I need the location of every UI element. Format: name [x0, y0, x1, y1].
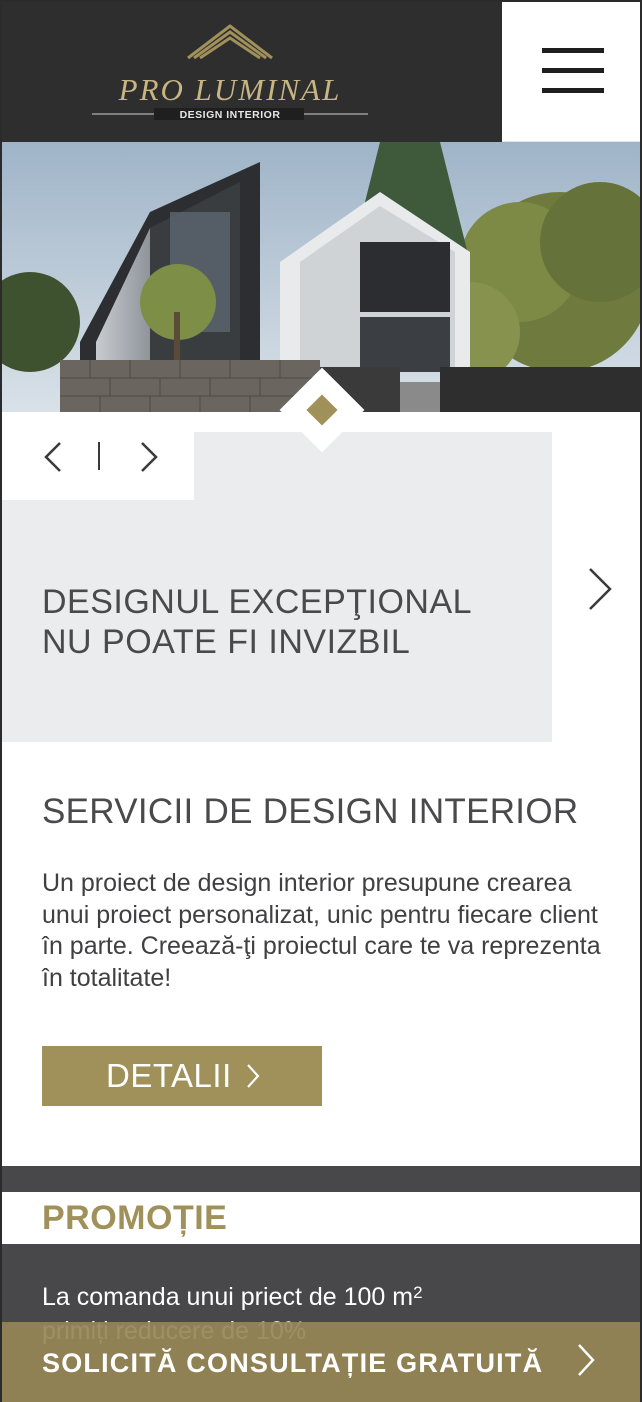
- slide-title: DESIGNUL EXCEPŢIONAL NU POATE FI INVIZBI…: [42, 582, 522, 662]
- promo-top-strip: [2, 1166, 640, 1192]
- chevron-right-icon: [578, 1344, 595, 1376]
- nav-separator: [98, 442, 100, 470]
- superscript: 2: [413, 1283, 423, 1302]
- promo-text-line1: La comanda unui priect de 100 m2: [42, 1283, 423, 1311]
- logo-text: PRO LUMINAL: [118, 72, 342, 107]
- chevron-left-icon[interactable]: [40, 440, 68, 474]
- services-description: Un proiect de design interior presupune …: [42, 869, 601, 992]
- logo-subtext: DESIGN INTERIOR: [180, 109, 281, 121]
- free-consultation-button[interactable]: SOLICITĂ CONSULTAȚIE GRATUITĂ: [2, 1322, 642, 1402]
- chevron-right-icon[interactable]: [134, 440, 162, 474]
- slide-next-chevron-icon[interactable]: [582, 566, 616, 612]
- details-button[interactable]: DETALII: [42, 1046, 322, 1106]
- cta-label: SOLICITĂ CONSULTAȚIE GRATUITĂ: [42, 1348, 544, 1378]
- promo-title: PROMOȚIE: [42, 1199, 228, 1237]
- slide-navigation: [2, 412, 194, 500]
- site-logo[interactable]: PRO LUMINAL DESIGN INTERIOR: [90, 22, 370, 122]
- slide-title-line1: DESIGNUL EXCEPŢIONAL: [42, 583, 473, 621]
- site-header: PRO LUMINAL DESIGN INTERIOR: [0, 0, 642, 142]
- menu-area: [502, 0, 642, 142]
- services-title: SERVICII DE DESIGN INTERIOR: [42, 792, 579, 831]
- hamburger-menu-icon[interactable]: [542, 46, 604, 96]
- details-button-label: DETALII: [106, 1057, 232, 1094]
- slide-title-line2: NU POATE FI INVIZBIL: [42, 623, 411, 661]
- logo-area: PRO LUMINAL DESIGN INTERIOR: [0, 0, 502, 142]
- chevron-right-icon: [247, 1064, 260, 1088]
